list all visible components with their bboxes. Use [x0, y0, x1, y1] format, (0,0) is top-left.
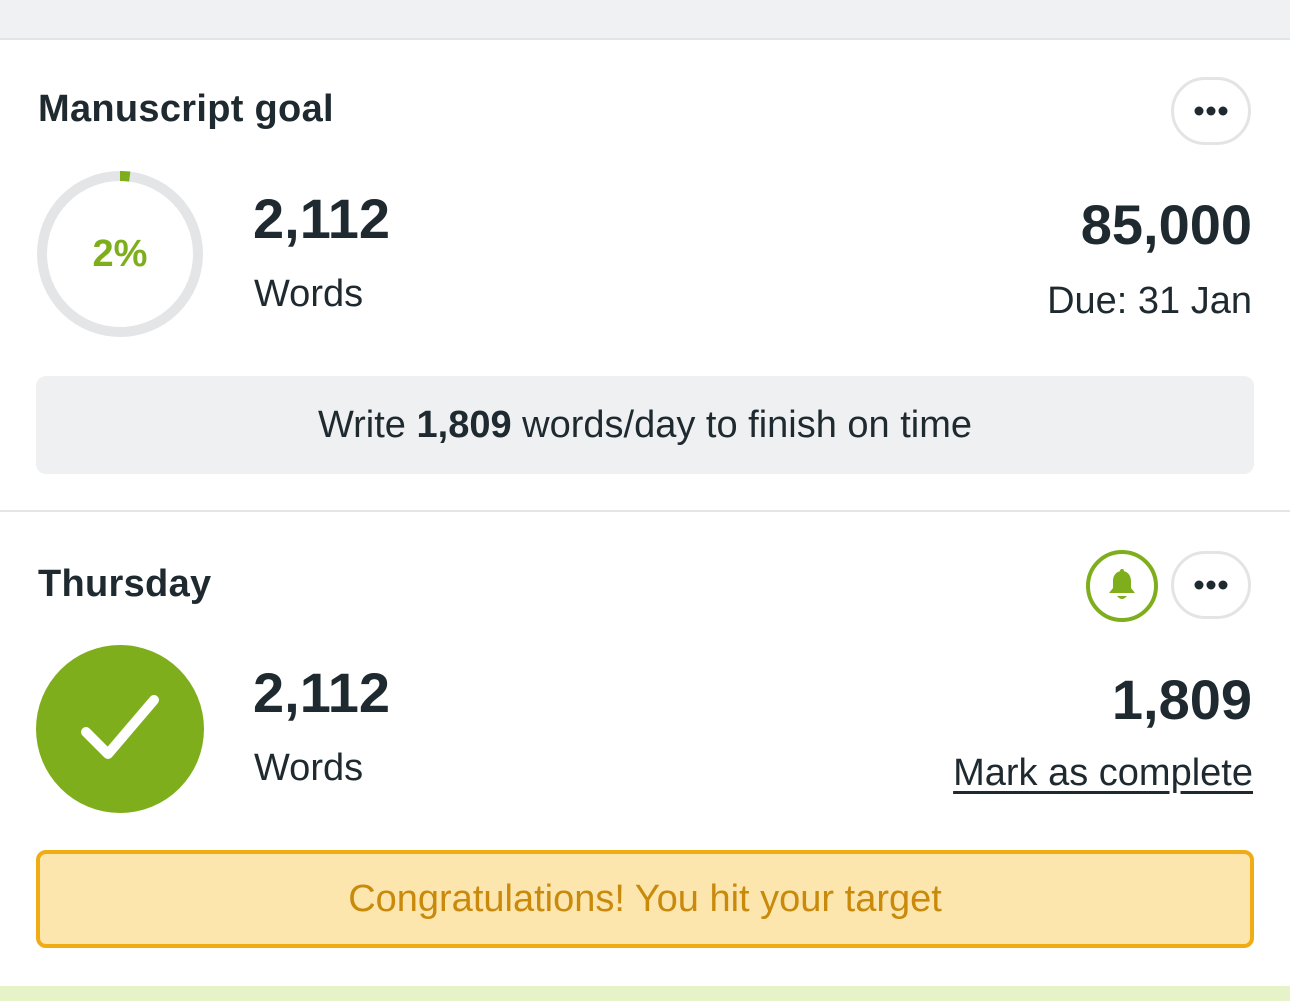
- reminder-button[interactable]: [1086, 550, 1158, 622]
- manuscript-words-count: 2,112: [253, 187, 391, 250]
- card-divider: [0, 510, 1290, 512]
- manuscript-due-date: Due: 31 Jan: [1047, 280, 1252, 322]
- pace-suffix: words/day to finish on time: [511, 403, 973, 446]
- bell-icon: [1109, 569, 1135, 599]
- progress-percent: 2%: [92, 232, 148, 275]
- mark-complete-link[interactable]: Mark as complete: [953, 754, 1253, 792]
- congrats-banner: Congratulations! You hit your target: [36, 850, 1254, 948]
- manuscript-goal-title: Manuscript goal: [38, 88, 334, 130]
- daily-title: Thursday: [38, 563, 212, 605]
- more-horizontal-icon: [1194, 106, 1228, 116]
- daily-words-count: 2,112: [253, 661, 391, 724]
- checkmark-icon: [81, 695, 159, 759]
- daily-more-button[interactable]: [1171, 551, 1251, 619]
- manuscript-more-button[interactable]: [1171, 77, 1251, 145]
- daily-target-count: 1,809: [1111, 668, 1252, 731]
- daily-complete-indicator: [36, 645, 204, 813]
- more-horizontal-icon: [1194, 580, 1228, 590]
- manuscript-words-label: Words: [254, 273, 364, 315]
- daily-words-label: Words: [254, 747, 364, 789]
- daily-pace-banner: Write 1,809 words/day to finish on time: [36, 376, 1254, 474]
- pace-amount: 1,809: [416, 403, 512, 446]
- top-bar: [0, 0, 1290, 40]
- pace-prefix: Write: [317, 403, 417, 446]
- manuscript-progress-ring: 2%: [36, 170, 204, 338]
- bottom-strip: [0, 986, 1290, 1001]
- manuscript-target-count: 85,000: [1080, 193, 1252, 256]
